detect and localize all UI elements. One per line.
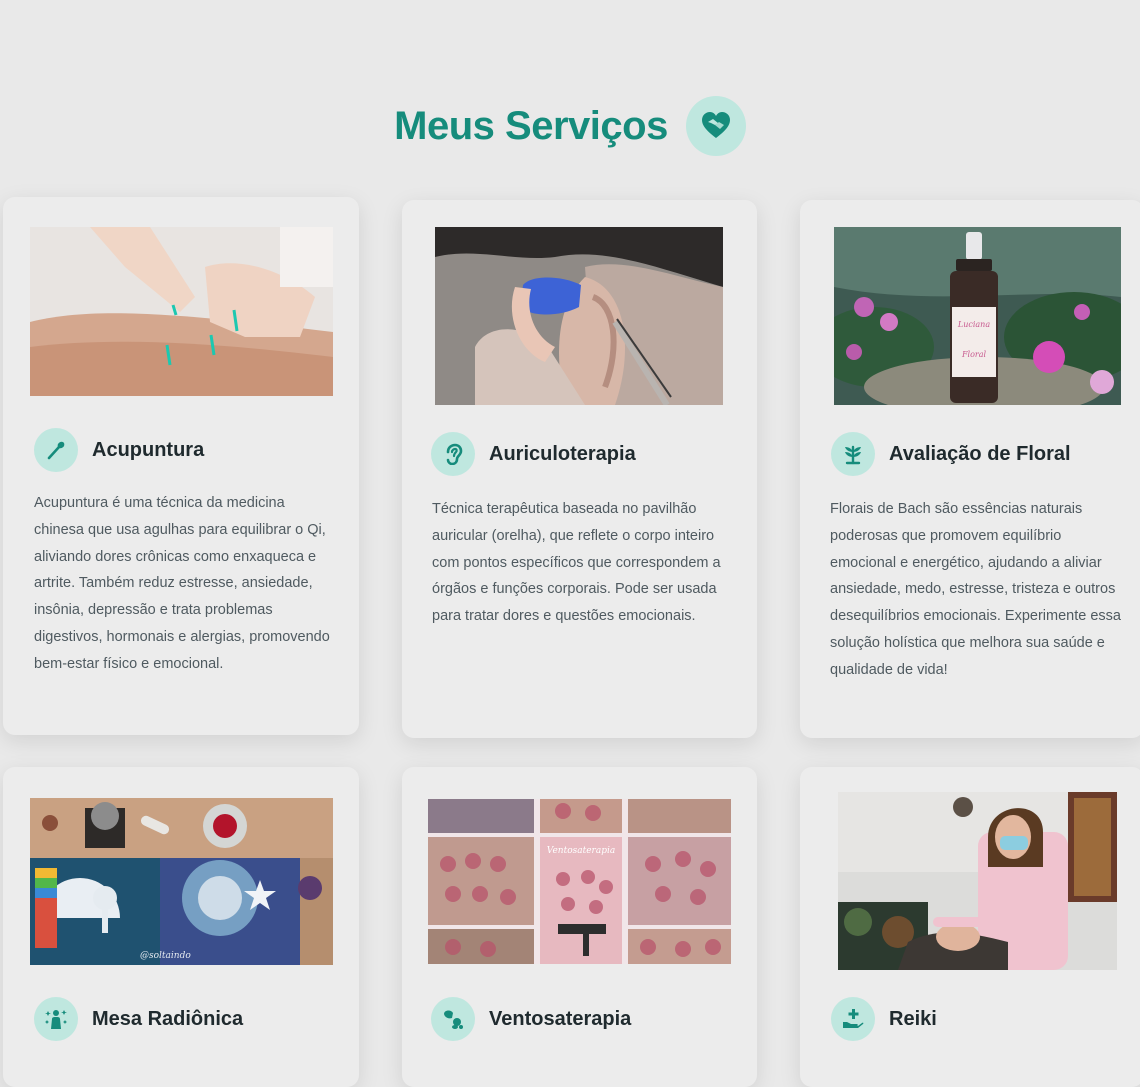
heart-handshake-icon: [685, 96, 746, 156]
card-header: Ventosaterapia: [431, 997, 631, 1041]
ear-icon: [431, 432, 475, 476]
reiki-session-photo: [838, 792, 1117, 970]
card-header: Acupuntura: [34, 428, 204, 472]
service-title: Mesa Radiônica: [92, 1007, 244, 1030]
service-description: Florais de Bach são essências naturais p…: [830, 501, 1121, 678]
service-card-acupuntura[interactable]: Acupuntura Acupuntura é uma técnica da m…: [3, 197, 359, 735]
section-title: Meus Serviços: [394, 103, 668, 148]
card-header: Avaliação de Floral: [831, 432, 1071, 476]
service-card-auriculoterapia[interactable]: Auriculoterapia Técnica terapêutica base…: [402, 200, 757, 738]
acupuncture-photo: [30, 227, 333, 396]
svg-text:Floral: Floral: [961, 350, 987, 359]
service-description: Técnica terapêutica baseada no pavilhão …: [432, 501, 721, 625]
image-caption: Ventosaterapia: [547, 846, 615, 856]
service-card-reiki[interactable]: Reiki: [800, 767, 1140, 1087]
service-card-avaliacao-de-floral[interactable]: Luciana Floral Avaliação de Floral Flora…: [800, 200, 1140, 738]
cupping-collage-photo: Ventosaterapia: [428, 799, 731, 964]
service-title: Avaliação de Floral: [889, 442, 1071, 465]
service-title: Ventosaterapia: [489, 1007, 632, 1030]
card-header: Auriculoterapia: [431, 432, 636, 476]
service-title: Auriculoterapia: [489, 442, 636, 465]
service-card-ventosaterapia[interactable]: Ventosaterapia Ventosaterapia: [402, 767, 757, 1087]
service-card-mesa-radionica[interactable]: @soltaindo Mesa Radiônica: [3, 767, 359, 1087]
service-title: Acupuntura: [92, 438, 205, 461]
acupuncture-needle-icon: [34, 428, 78, 472]
person-sparkle-icon: [34, 997, 78, 1041]
service-title: Reiki: [889, 1007, 937, 1030]
floral-bottle-photo: Luciana Floral: [834, 227, 1121, 405]
section-header: Meus Serviços: [0, 96, 1140, 156]
radionic-table-photo: @soltaindo: [30, 798, 333, 965]
image-watermark: @soltaindo: [140, 951, 191, 961]
svg-text:Luciana: Luciana: [957, 320, 990, 329]
ear-therapy-photo: [435, 227, 723, 405]
hand-plus-icon: [831, 997, 875, 1041]
cupping-icon: [431, 997, 475, 1041]
service-description: Acupuntura é uma técnica da medicina chi…: [34, 495, 330, 672]
card-header: Mesa Radiônica: [34, 997, 243, 1041]
card-header: Reiki: [831, 997, 937, 1041]
plant-icon: [831, 432, 875, 476]
